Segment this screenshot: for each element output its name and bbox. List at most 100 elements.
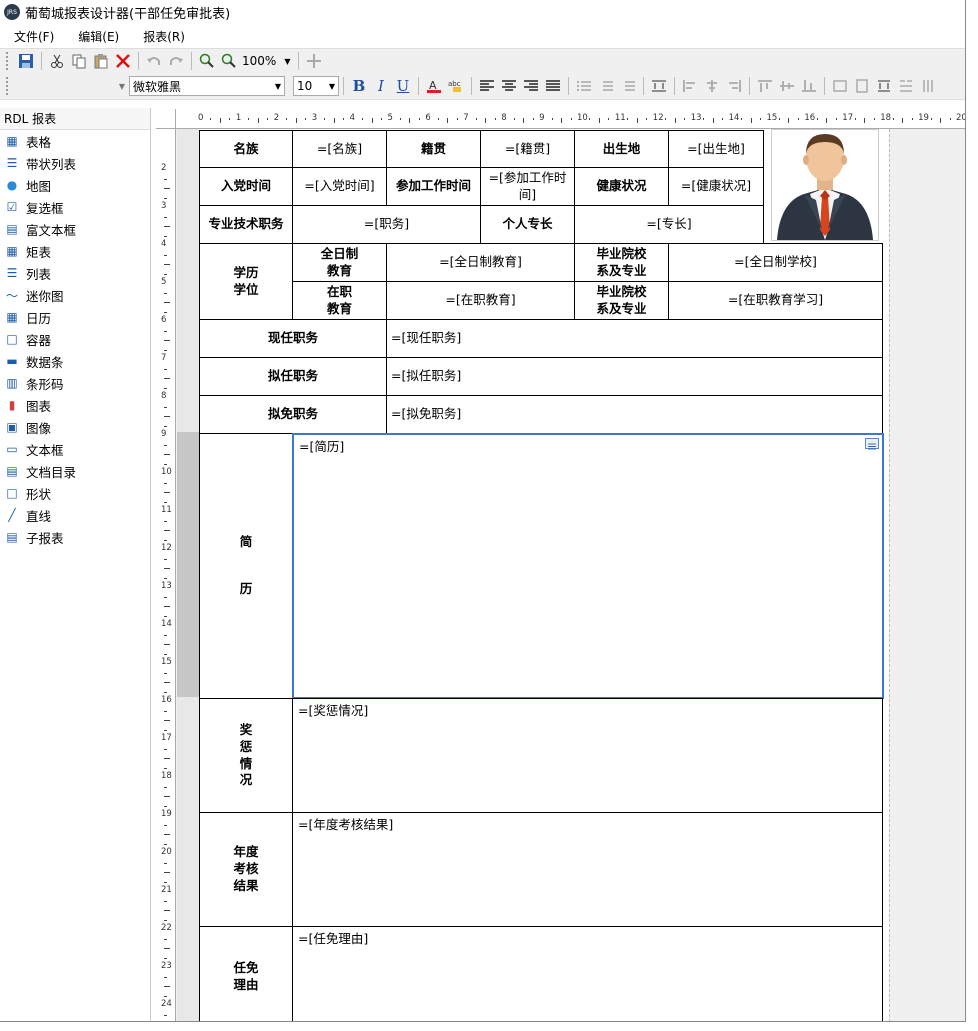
value-professional-title[interactable]: =[职务]: [292, 205, 481, 244]
value-inservice-school[interactable]: =[在职教育学习]: [668, 281, 883, 320]
label-inservice-school[interactable]: 毕业院校 系及专业: [574, 281, 669, 320]
label-appointment-reason[interactable]: 任免 理由: [199, 926, 293, 1021]
toolbox-item[interactable]: □ 容器: [0, 328, 150, 350]
same-height-icon[interactable]: [851, 75, 873, 97]
value-party-date[interactable]: =[入党时间]: [292, 167, 387, 206]
label-native-place[interactable]: 籍贯: [386, 130, 481, 168]
value-fulltime-school[interactable]: =[全日制学校]: [668, 243, 883, 282]
toolbox-item[interactable]: ▣ 图像: [0, 416, 150, 438]
toolbox-item[interactable]: ☰ 带状列表: [0, 152, 150, 174]
value-proposed-position[interactable]: =[拟任职务]: [386, 357, 883, 396]
value-removal-position[interactable]: =[拟免职务]: [386, 395, 883, 434]
value-appointment-reason[interactable]: =[任免理由]: [292, 926, 883, 1021]
label-current-position[interactable]: 现任职务: [199, 319, 387, 358]
label-fulltime-school[interactable]: 毕业院校 系及专业: [574, 243, 669, 282]
toolbox-item[interactable]: ● 地图: [0, 174, 150, 196]
label-specialty[interactable]: 个人专长: [480, 205, 575, 244]
delete-icon[interactable]: [112, 50, 134, 72]
label-work-date[interactable]: 参加工作时间: [386, 167, 481, 206]
toolbox-item[interactable]: ☰ 列表: [0, 262, 150, 284]
label-health[interactable]: 健康状况: [574, 167, 669, 206]
avatar[interactable]: [771, 129, 879, 241]
align-lefts-icon[interactable]: [679, 75, 701, 97]
menu-file[interactable]: 文件(F): [0, 28, 64, 45]
label-proposed-position[interactable]: 拟任职务: [199, 357, 387, 396]
value-awards[interactable]: =[奖惩情况]: [292, 698, 883, 813]
align-bottoms-icon[interactable]: [798, 75, 820, 97]
align-rights-icon[interactable]: [723, 75, 745, 97]
cut-icon[interactable]: [46, 50, 68, 72]
redo-icon[interactable]: [165, 50, 187, 72]
highlight-icon[interactable]: abc: [445, 75, 467, 97]
value-work-date[interactable]: =[参加工作时间]: [480, 167, 575, 206]
align-justify-icon[interactable]: [542, 75, 564, 97]
value-current-position[interactable]: =[现任职务]: [386, 319, 883, 358]
align-centers-icon[interactable]: [701, 75, 723, 97]
zoom-in-icon[interactable]: [196, 50, 218, 72]
toolbar-grip[interactable]: [6, 52, 12, 70]
toolbox-item[interactable]: ▦ 矩表: [0, 240, 150, 262]
paste-icon[interactable]: [90, 50, 112, 72]
label-professional-title[interactable]: 专业技术职务: [199, 205, 293, 244]
label-education-degree[interactable]: 学历 学位: [199, 243, 293, 320]
label-removal-position[interactable]: 拟免职务: [199, 395, 387, 434]
value-resume[interactable]: =[简历]: [292, 433, 884, 699]
align-middles-icon[interactable]: [776, 75, 798, 97]
label-birthplace[interactable]: 出生地: [574, 130, 669, 168]
outdent-icon[interactable]: [617, 75, 639, 97]
align-tops-icon[interactable]: [754, 75, 776, 97]
copy-icon[interactable]: [68, 50, 90, 72]
menu-edit[interactable]: 编辑(E): [64, 28, 129, 45]
layout-icon[interactable]: [648, 75, 670, 97]
toolbox-item[interactable]: ▦ 日历: [0, 306, 150, 328]
label-fulltime-education[interactable]: 全日制 教育: [292, 243, 387, 282]
bullets-icon[interactable]: [573, 75, 595, 97]
undo-icon[interactable]: [143, 50, 165, 72]
toolbox-item[interactable]: ▭ 文本框: [0, 438, 150, 460]
spacing-icon[interactable]: [895, 75, 917, 97]
save-icon[interactable]: [15, 50, 37, 72]
toolbox-item[interactable]: 〜迷你图: [0, 284, 150, 306]
menu-report[interactable]: 报表(R): [129, 28, 195, 45]
toolbar-grip[interactable]: [6, 77, 12, 95]
toolbox-item[interactable]: ▥ 条形码: [0, 372, 150, 394]
align-center-icon[interactable]: [498, 75, 520, 97]
zoom-out-icon[interactable]: [218, 50, 240, 72]
indent-icon[interactable]: [595, 75, 617, 97]
same-width-icon[interactable]: [829, 75, 851, 97]
font-size-select[interactable]: 10 ▼: [293, 76, 339, 96]
textbox-smarttag-icon[interactable]: [865, 438, 879, 450]
value-annual-review[interactable]: =[年度考核结果]: [292, 812, 883, 927]
toolbox-item[interactable]: ▬ 数据条: [0, 350, 150, 372]
style-chevron-icon[interactable]: ▼: [119, 82, 125, 91]
font-color-icon[interactable]: A: [423, 75, 445, 97]
align-left-icon[interactable]: [476, 75, 498, 97]
toolbox-item[interactable]: ▦ 表格: [0, 130, 150, 152]
toolbox-item[interactable]: ☑ 复选框: [0, 196, 150, 218]
align-right-icon[interactable]: [520, 75, 542, 97]
section-band-selected[interactable]: [177, 432, 199, 697]
underline-icon[interactable]: U: [392, 75, 414, 97]
same-size-icon[interactable]: [873, 75, 895, 97]
toolbox-item[interactable]: ▮ 图表: [0, 394, 150, 416]
label-awards[interactable]: 奖 惩 情 况: [199, 698, 293, 813]
toolbox-item[interactable]: ╱ 直线: [0, 504, 150, 526]
value-nation[interactable]: =[名族]: [292, 130, 387, 168]
pan-icon[interactable]: [303, 50, 325, 72]
italic-icon[interactable]: I: [370, 75, 392, 97]
toolbox-item[interactable]: ▤ 富文本框: [0, 218, 150, 240]
label-inservice-education[interactable]: 在职 教育: [292, 281, 387, 320]
value-fulltime-education[interactable]: =[全日制教育]: [386, 243, 575, 282]
value-inservice-education[interactable]: =[在职教育]: [386, 281, 575, 320]
value-birthplace[interactable]: =[出生地]: [668, 130, 764, 168]
label-nation[interactable]: 名族: [199, 130, 293, 168]
value-specialty[interactable]: =[专长]: [574, 205, 764, 244]
label-resume[interactable]: 简 历: [199, 433, 293, 699]
toolbox-item[interactable]: ▤ 子报表: [0, 526, 150, 548]
font-name-select[interactable]: 微软雅黑 ▼: [129, 76, 285, 96]
label-annual-review[interactable]: 年度 考核 结果: [199, 812, 293, 927]
bold-icon[interactable]: B: [348, 75, 370, 97]
value-native-place[interactable]: =[籍贯]: [480, 130, 575, 168]
toolbox-item[interactable]: □ 形状: [0, 482, 150, 504]
toolbox-item[interactable]: ▤ 文档目录: [0, 460, 150, 482]
